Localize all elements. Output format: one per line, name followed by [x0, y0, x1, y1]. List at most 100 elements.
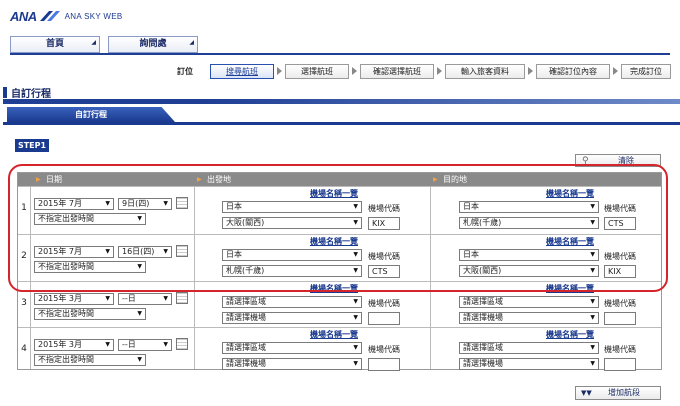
destination-region-value: 日本 — [463, 250, 479, 259]
origin-airport-select[interactable]: 請選擇機場 ▼ — [222, 358, 362, 370]
booking-steps: 訂位 搜尋航班 選擇航班 確認選擇航班 輸入旅客資料 確認訂位內容 完成訂位 — [177, 63, 671, 79]
departure-time-select[interactable]: 不指定出發時間 ▼ — [34, 213, 146, 225]
origin-region-select[interactable]: 請選擇區域 ▼ — [222, 342, 362, 354]
destination-airport-select[interactable]: 札幌(千歲) ▼ — [459, 217, 599, 229]
origin-region-value: 日本 — [226, 202, 242, 211]
clear-button[interactable]: ⚲ 清除 — [575, 154, 661, 167]
departure-time-select[interactable]: 不指定出發時間 ▼ — [34, 308, 146, 320]
logo-subtitle: ANA SKY WEB — [64, 11, 123, 21]
dropdown-arrow-icon: ▼ — [137, 356, 142, 363]
origin-airport-select[interactable]: 大阪(關西) ▼ — [222, 217, 362, 229]
dropdown-arrow-icon: ▼ — [590, 298, 595, 305]
day-select[interactable]: --日 ▼ — [118, 293, 172, 305]
dropdown-arrow-icon: ▼ — [137, 263, 142, 270]
destination-code-label: 機場代碼 — [604, 204, 636, 213]
home-button[interactable]: 首頁 ◢ — [10, 36, 100, 53]
origin-airport-value: 請選擇機場 — [226, 313, 266, 322]
destination-code-input[interactable] — [604, 312, 636, 325]
origin-airport-select[interactable]: 請選擇機場 ▼ — [222, 312, 362, 324]
month-select[interactable]: 2015年 7月 ▼ — [34, 246, 114, 258]
header-date: 日期 — [34, 173, 62, 186]
dropdown-arrow-icon: ▼ — [353, 219, 358, 226]
dropdown-arrow-icon: ▼ — [590, 344, 595, 351]
add-segment-button[interactable]: ▼▼ 增加航段 — [575, 386, 661, 400]
destination-code-label: 機場代碼 — [604, 252, 636, 261]
origin-airport-value: 請選擇機場 — [226, 359, 266, 368]
tab-custom-itinerary[interactable]: 自訂行程 — [7, 107, 175, 122]
month-select[interactable]: 2015年 3月 ▼ — [34, 339, 114, 351]
day-value: 16日(四) — [122, 247, 155, 256]
dropdown-arrow-icon: ▼ — [590, 314, 595, 321]
month-select[interactable]: 2015年 7月 ▼ — [34, 198, 114, 210]
step-search-flight[interactable]: 搜尋航班 — [210, 63, 274, 79]
corner-arrow-icon: ◢ — [91, 39, 96, 46]
departure-time-select[interactable]: 不指定出發時間 ▼ — [34, 261, 146, 273]
origin-code-input[interactable]: CTS — [368, 265, 400, 278]
origin-code-input[interactable]: KIX — [368, 217, 400, 230]
top-navigation: 首頁 ◢ 詢問處 ◢ — [10, 35, 670, 55]
calendar-icon[interactable] — [176, 292, 188, 304]
origin-airport-select[interactable]: 札幌(千歲) ▼ — [222, 265, 362, 277]
table-row: 2 2015年 7月 ▼ 16日(四) ▼ 不指定出發時間 ▼ 機場名稱一覽 日本 ▼ … — [18, 234, 661, 281]
origin-airport-value: 札幌(千歲) — [226, 266, 265, 275]
step-confirm-booking: 確認訂位內容 — [536, 63, 610, 79]
month-select[interactable]: 2015年 3月 ▼ — [34, 293, 114, 305]
origin-region-select[interactable]: 請選擇區域 ▼ — [222, 296, 362, 308]
day-select[interactable]: 9日(四) ▼ — [118, 198, 172, 210]
origin-airport-value: 大阪(關西) — [226, 218, 265, 227]
destination-airport-list-link[interactable]: 機場名稱一覽 — [546, 329, 594, 340]
destination-airport-list-link[interactable]: 機場名稱一覽 — [546, 283, 594, 294]
day-value: 9日(四) — [122, 199, 150, 208]
origin-code-input[interactable] — [368, 312, 400, 325]
ana-logo[interactable]: ANA ANA SKY WEB — [10, 9, 123, 24]
destination-region-select[interactable]: 日本 ▼ — [459, 201, 599, 213]
day-select[interactable]: --日 ▼ — [118, 339, 172, 351]
dropdown-arrow-icon: ▼ — [590, 203, 595, 210]
destination-region-select[interactable]: 請選擇區域 ▼ — [459, 296, 599, 308]
dropdown-arrow-icon: ▼ — [353, 360, 358, 367]
row-number: 4 — [21, 344, 27, 354]
section-marker — [3, 86, 7, 98]
destination-code-input[interactable]: CTS — [604, 217, 636, 230]
origin-airport-list-link[interactable]: 機場名稱一覽 — [310, 236, 358, 247]
origin-region-select[interactable]: 日本 ▼ — [222, 201, 362, 213]
destination-airport-select[interactable]: 大阪(關西) ▼ — [459, 265, 599, 277]
departure-time-select[interactable]: 不指定出發時間 ▼ — [34, 354, 146, 366]
time-value: 不指定出發時間 — [38, 355, 94, 364]
ana-swoosh-icon — [39, 11, 60, 21]
origin-region-value: 請選擇區域 — [226, 297, 266, 306]
origin-airport-list-link[interactable]: 機場名稱一覽 — [310, 188, 358, 199]
destination-airport-list-link[interactable]: 機場名稱一覽 — [546, 236, 594, 247]
month-value: 2015年 3月 — [38, 294, 82, 303]
section-heading: 自訂行程 — [3, 85, 51, 100]
destination-code-input[interactable] — [604, 358, 636, 371]
dropdown-arrow-icon: ▼ — [105, 295, 110, 302]
inquiry-button[interactable]: 詢問處 ◢ — [108, 36, 198, 53]
origin-airport-list-link[interactable]: 機場名稱一覽 — [310, 329, 358, 340]
destination-region-select[interactable]: 請選擇區域 ▼ — [459, 342, 599, 354]
step-complete: 完成訂位 — [621, 63, 671, 79]
calendar-icon[interactable] — [176, 338, 188, 350]
destination-airport-list-link[interactable]: 機場名稱一覽 — [546, 188, 594, 199]
destination-region-select[interactable]: 日本 ▼ — [459, 249, 599, 261]
step-confirm-flight: 確認選擇航班 — [360, 63, 434, 79]
row-number: 2 — [21, 251, 27, 261]
calendar-icon[interactable] — [176, 245, 188, 257]
steps-label: 訂位 — [177, 66, 193, 76]
add-segment-label: 增加航段 — [608, 388, 640, 397]
destination-airport-select[interactable]: 請選擇機場 ▼ — [459, 312, 599, 324]
destination-code-input[interactable]: KIX — [604, 265, 636, 278]
day-select[interactable]: 16日(四) ▼ — [118, 246, 172, 258]
table-row: 4 2015年 3月 ▼ --日 ▼ 不指定出發時間 ▼ 機場名稱一覽 請選擇區域 ▼ … — [18, 327, 661, 371]
calendar-icon[interactable] — [176, 197, 188, 209]
destination-code-label: 機場代碼 — [604, 345, 636, 354]
destination-airport-value: 大阪(關西) — [463, 266, 502, 275]
origin-airport-list-link[interactable]: 機場名稱一覽 — [310, 283, 358, 294]
origin-region-select[interactable]: 日本 ▼ — [222, 249, 362, 261]
destination-airport-select[interactable]: 請選擇機場 ▼ — [459, 358, 599, 370]
home-label: 首頁 — [45, 39, 64, 49]
origin-code-input[interactable] — [368, 358, 400, 371]
dropdown-arrow-icon: ▼ — [353, 251, 358, 258]
dropdown-arrow-icon: ▼ — [590, 251, 595, 258]
dropdown-arrow-icon: ▼ — [353, 314, 358, 321]
